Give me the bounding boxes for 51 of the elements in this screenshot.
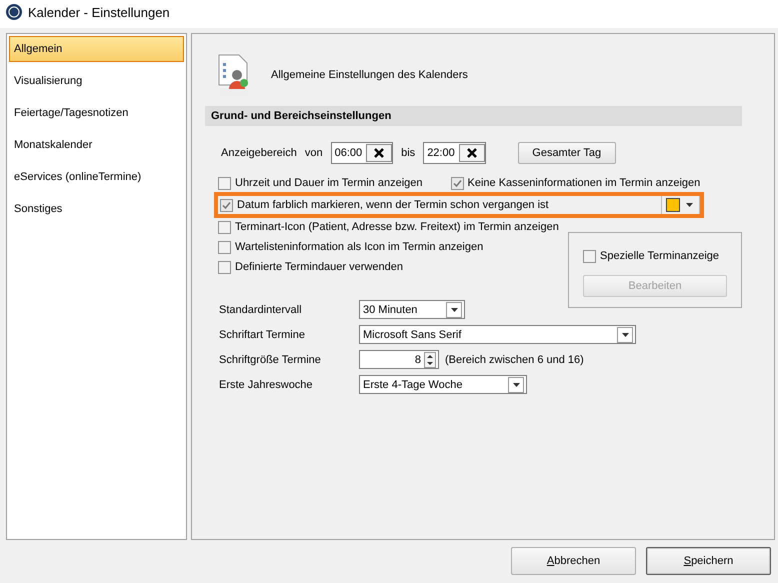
caret-icon xyxy=(686,203,693,207)
to-label: bis xyxy=(401,147,416,159)
option-label: Terminart-Icon (Patient, Adresse bzw. Freitext) im Termin anzeigen xyxy=(235,221,559,233)
window-title: Kalender - Einstellungen xyxy=(28,4,170,20)
sidebar-item[interactable]: Sonstiges xyxy=(9,196,184,222)
option-label: Definierte Termindauer verwenden xyxy=(235,261,403,273)
close-icon xyxy=(466,148,477,158)
checkbox[interactable] xyxy=(450,176,464,190)
section-header: Grund- und Bereichseinstellungen xyxy=(205,106,742,126)
option-label: Spezielle Terminanzeige xyxy=(600,250,720,262)
range-label: Anzeigebereich xyxy=(221,147,297,159)
caret-icon xyxy=(450,308,458,312)
caret-icon xyxy=(622,332,628,336)
app-logo-icon xyxy=(6,4,22,20)
from-label: von xyxy=(304,147,323,159)
dropdown[interactable]: Erste 4-Tage Woche xyxy=(359,375,527,394)
clear-button[interactable] xyxy=(458,144,485,162)
to-time-field[interactable]: 22:00 xyxy=(423,142,486,164)
header-text: Allgemeine Einstellungen des Kalenders xyxy=(271,69,468,81)
field-label: Standardintervall xyxy=(219,304,303,316)
clear-button[interactable] xyxy=(366,144,392,162)
spin-field[interactable]: 8 xyxy=(359,350,439,369)
option-label: Datum farblich markieren, wenn der Termin schon vergangen ist xyxy=(237,199,549,211)
option-label: Uhrzeit und Dauer im Termin anzeigen xyxy=(235,177,422,189)
option-label: Keine Kasseninformationen im Termin anzeigen xyxy=(468,177,700,189)
checkbox[interactable] xyxy=(218,240,231,254)
close-icon xyxy=(374,148,384,158)
option-label: Wartelisteninformation als Icon im Termin anzeigen xyxy=(235,241,484,253)
sidebar-item[interactable]: eServices (onlineTermine) xyxy=(9,164,184,190)
whole-day-button[interactable]: Gesamter Tag xyxy=(518,142,616,164)
sidebar-item[interactable]: Allgemein xyxy=(9,36,184,62)
sidebar-item[interactable]: Visualisierung xyxy=(9,68,184,94)
dropdown[interactable]: 30 Minuten xyxy=(359,300,465,319)
field-label: Schriftgröße Termine xyxy=(219,354,322,366)
field-label: Erste Jahreswoche xyxy=(219,378,314,390)
checkbox[interactable] xyxy=(220,198,233,212)
range-hint: (Bereich zwischen 6 und 16) xyxy=(445,354,584,366)
sidebar-item[interactable]: Feiertage/Tagesnotizen xyxy=(9,100,184,126)
from-time-field[interactable]: 06:00 xyxy=(330,142,394,164)
checkbox[interactable] xyxy=(218,220,231,234)
dropdown[interactable]: Microsoft Sans Serif xyxy=(359,325,636,344)
save-button[interactable]: Speichern xyxy=(646,547,771,575)
caret-icon xyxy=(512,382,520,386)
checkbox[interactable] xyxy=(218,260,231,274)
checkbox[interactable] xyxy=(583,250,596,262)
cancel-button[interactable]: Abbrechen xyxy=(511,547,636,575)
spinner-icon[interactable] xyxy=(424,352,436,368)
sidebar-item[interactable]: Monatskalender xyxy=(9,132,184,158)
checkbox[interactable] xyxy=(218,176,231,190)
field-label: Schriftart Termine xyxy=(219,328,306,340)
color-picker[interactable] xyxy=(661,196,700,214)
